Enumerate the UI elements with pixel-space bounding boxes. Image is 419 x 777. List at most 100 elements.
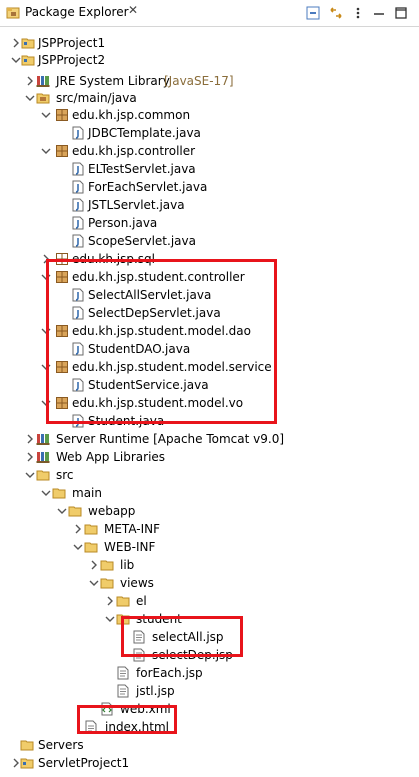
tree-item-web-app-libraries[interactable]: Web App Libraries [0, 448, 419, 466]
chevron-right-icon[interactable] [24, 433, 36, 445]
tree-item-label: views [120, 576, 154, 590]
tree-item-jspproject2[interactable]: JSPProject2 [0, 51, 419, 69]
tree-item-edu-kh-jsp-student-model-vo[interactable]: edu.kh.jsp.student.model.vo [0, 394, 419, 412]
empty-package-icon [55, 252, 69, 266]
chevron-down-icon[interactable] [56, 505, 68, 517]
view-menu-icon[interactable] [351, 6, 365, 20]
tree-item-edu-kh-jsp-student-model-service[interactable]: edu.kh.jsp.student.model.service [0, 358, 419, 376]
chevron-right-icon[interactable] [104, 595, 116, 607]
chevron-down-icon[interactable] [24, 92, 36, 104]
tree-item-edu-kh-jsp-student-controller[interactable]: edu.kh.jsp.student.controller [0, 268, 419, 286]
tree-item-studentservice-java[interactable]: StudentService.java [0, 376, 419, 394]
tree-item-meta-inf[interactable]: META-INF [0, 520, 419, 538]
tree-item-jspproject1[interactable]: JSPProject1 [0, 34, 419, 52]
package-explorer-icon [6, 6, 20, 20]
chevron-right-icon[interactable] [24, 451, 36, 463]
tree-item-lib[interactable]: lib [0, 556, 419, 574]
java-file-icon [71, 234, 85, 248]
tree-item-web-xml[interactable]: web.xml [0, 700, 419, 718]
chevron-down-icon[interactable] [72, 541, 84, 553]
tree-item-views[interactable]: views [0, 574, 419, 592]
close-icon[interactable]: ✕ [128, 3, 138, 17]
tree-item-studentdao-java[interactable]: StudentDAO.java [0, 340, 419, 358]
chevron-right-icon[interactable] [88, 559, 100, 571]
java-file-icon [71, 306, 85, 320]
tree-item-student[interactable]: student [0, 610, 419, 628]
minimize-icon[interactable] [372, 6, 386, 20]
tree-item-label: WEB-INF [104, 540, 156, 554]
tree-item-edu-kh-jsp-common[interactable]: edu.kh.jsp.common [0, 106, 419, 124]
tree-item-label: META-INF [104, 522, 161, 536]
chevron-down-icon[interactable] [104, 613, 116, 625]
java-file-icon [71, 378, 85, 392]
view-titlebar: Package Explorer ✕ [0, 0, 419, 27]
tree-item-edu-kh-jsp-controller[interactable]: edu.kh.jsp.controller [0, 142, 419, 160]
tree-item-label: Student.java [88, 414, 165, 428]
tree-item-label: Person.java [88, 216, 158, 230]
folder-icon [36, 468, 50, 482]
java-file-icon [71, 198, 85, 212]
jsp-file-icon [116, 666, 130, 680]
tree-item-src[interactable]: src [0, 466, 419, 484]
chevron-down-icon[interactable] [40, 325, 52, 337]
chevron-down-icon[interactable] [24, 469, 36, 481]
tree-item-person-java[interactable]: Person.java [0, 214, 419, 232]
tree-item-eltestservlet-java[interactable]: ELTestServlet.java [0, 160, 419, 178]
java-file-icon [71, 342, 85, 356]
tree-item-selectall-jsp[interactable]: selectAll.jsp [0, 628, 419, 646]
tree-item-selectdepservlet-java[interactable]: SelectDepServlet.java [0, 304, 419, 322]
project-tree[interactable]: JSPProject1 JSPProject2 JRE System Library… [0, 26, 419, 777]
tree-item-label: JSPProject1 [38, 36, 106, 50]
folder-icon [84, 540, 98, 554]
tree-item-label: Servers [38, 738, 84, 752]
tree-item-main[interactable]: main [0, 484, 419, 502]
chevron-right-icon[interactable] [72, 523, 84, 535]
tree-item-index-html[interactable]: index.html [0, 718, 419, 736]
tree-item-label: JSTLServlet.java [88, 198, 185, 212]
tree-item-label: edu.kh.jsp.controller [72, 144, 196, 158]
chevron-down-icon[interactable] [40, 397, 52, 409]
tree-item-jdbctemplate-java[interactable]: JDBCTemplate.java [0, 124, 419, 142]
chevron-right-icon[interactable] [40, 253, 52, 265]
tree-item-foreach-jsp[interactable]: forEach.jsp [0, 664, 419, 682]
library-icon [36, 450, 50, 464]
tree-item-selectdep-jsp[interactable]: selectDep.jsp [0, 646, 419, 664]
tree-item-src-main-java[interactable]: src/main/java [0, 89, 419, 107]
tree-item-student-java[interactable]: Student.java [0, 412, 419, 430]
package-icon [55, 324, 69, 338]
chevron-down-icon[interactable] [40, 271, 52, 283]
tree-item-selectallservlet-java[interactable]: SelectAllServlet.java [0, 286, 419, 304]
package-explorer-tab[interactable]: Package Explorer ✕ [0, 0, 148, 26]
chevron-down-icon[interactable] [88, 577, 100, 589]
package-icon [55, 144, 69, 158]
chevron-down-icon[interactable] [40, 145, 52, 157]
folder-icon [100, 576, 114, 590]
tree-item-label: forEach.jsp [136, 666, 203, 680]
tree-item-jre-system-library[interactable]: JRE System Library [JavaSE-17] [0, 72, 419, 90]
java-file-icon [71, 180, 85, 194]
chevron-down-icon[interactable] [40, 109, 52, 121]
source-folder-icon [36, 91, 50, 105]
tree-item-scopeservlet-java[interactable]: ScopeServlet.java [0, 232, 419, 250]
tree-item-label: edu.kh.jsp.common [72, 108, 191, 122]
tree-item-server-runtime-apache-tomcat-v9-0[interactable]: Server Runtime [Apache Tomcat v9.0] [0, 430, 419, 448]
tree-item-jstlservlet-java[interactable]: JSTLServlet.java [0, 196, 419, 214]
tree-item-label: edu.kh.jsp.student.model.vo [72, 396, 244, 410]
tree-item-servers[interactable]: Servers [0, 736, 419, 754]
tree-item-edu-kh-jsp-student-model-dao[interactable]: edu.kh.jsp.student.model.dao [0, 322, 419, 340]
chevron-down-icon[interactable] [40, 361, 52, 373]
chevron-right-icon[interactable] [24, 75, 36, 87]
tree-item-web-inf[interactable]: WEB-INF [0, 538, 419, 556]
tree-item-foreachservlet-java[interactable]: ForEachServlet.java [0, 178, 419, 196]
tree-item-jstl-jsp[interactable]: jstl.jsp [0, 682, 419, 700]
tree-item-servletproject1[interactable]: ServletProject1 [0, 754, 419, 772]
collapse-all-icon[interactable] [306, 6, 320, 20]
java-file-icon [71, 288, 85, 302]
tree-item-webapp[interactable]: webapp [0, 502, 419, 520]
tree-item-edu-kh-jsp-sql[interactable]: edu.kh.jsp.sql [0, 250, 419, 268]
chevron-down-icon[interactable] [40, 487, 52, 499]
link-with-editor-icon[interactable] [329, 6, 343, 20]
tree-item-label: JRE System Library [56, 74, 170, 88]
tree-item-el[interactable]: el [0, 592, 419, 610]
maximize-icon[interactable] [394, 6, 408, 20]
